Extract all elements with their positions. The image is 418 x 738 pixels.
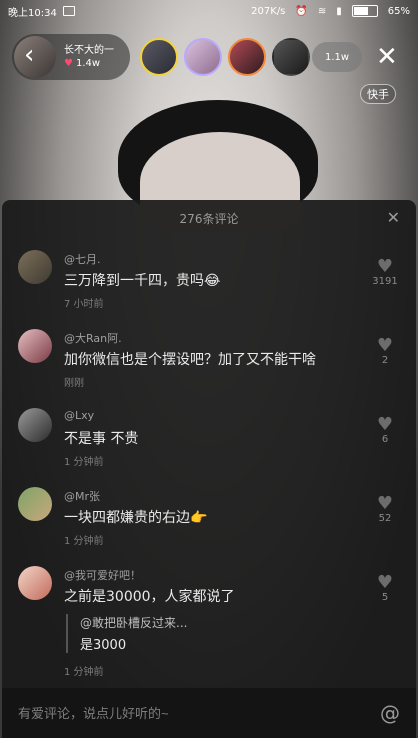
kuaishou-badge: 快手 (360, 84, 396, 104)
close-live-icon[interactable]: ✕ (376, 44, 398, 70)
comment-avatar[interactable] (18, 250, 52, 284)
viewer-avatar[interactable] (272, 38, 310, 76)
back-chevron-icon[interactable]: ‹ (24, 42, 34, 68)
battery-icon (351, 5, 378, 17)
viewer-avatar[interactable] (140, 38, 178, 76)
comment-time: 1 分钟前 (64, 457, 104, 468)
heart-icon: ♥ (64, 58, 73, 69)
close-comments-icon[interactable]: ✕ (387, 208, 400, 227)
battery-percent: 65% (387, 5, 410, 17)
comment-input[interactable] (18, 705, 380, 721)
comment-username[interactable]: @Lxy (64, 409, 94, 422)
mention-icon[interactable]: @ (380, 701, 400, 725)
comment-avatar[interactable] (18, 566, 52, 600)
comment-text: 之前是30000，人家都说了 (64, 589, 235, 605)
wifi-icon: ≋ (317, 5, 327, 17)
comment-username[interactable]: @我可爱好吧！ (64, 567, 141, 583)
comments-count-title: 276条评论 (179, 211, 239, 226)
host-name: 长不大的一 (64, 45, 114, 56)
comment-avatar[interactable] (18, 408, 52, 442)
comment-like[interactable]: ♥ 5 (368, 574, 402, 604)
comment-like[interactable]: ♥ 2 (368, 337, 402, 367)
notification-icon (62, 6, 75, 16)
comment-time: 1 分钟前 (64, 667, 104, 678)
comment-like[interactable]: ♥ 52 (368, 495, 402, 525)
comment-text: 一块四都嫌贵的右边👉 (64, 510, 208, 526)
reply-text: 是3000 (80, 638, 127, 653)
heart-icon[interactable]: ♥ (368, 337, 402, 355)
comment-time: 1 分钟前 (64, 536, 104, 547)
like-count: 2 (381, 355, 389, 366)
signal-icon: ▮ (336, 5, 342, 17)
like-count: 52 (378, 513, 392, 524)
host-avatar[interactable]: ‹ (14, 36, 56, 78)
status-time: 晚上10:34 (8, 7, 57, 19)
host-info-pill[interactable]: ‹ 长不大的一 ♥ 1.4w (12, 34, 130, 80)
viewer-avatar[interactable] (228, 38, 266, 76)
audience-count[interactable]: 1.1w (312, 42, 362, 72)
comment-text: 加你微信也是个摆设吧？加了又不能干啥 (64, 352, 316, 368)
heart-icon[interactable]: ♥ (368, 495, 402, 513)
top-viewers (140, 38, 310, 76)
host-likes: 1.4w (75, 58, 101, 69)
comment-like[interactable]: ♥ 3191 (368, 258, 402, 288)
quoted-reply[interactable]: @敢把卧槽反过来... 是3000 (66, 614, 187, 653)
heart-icon[interactable]: ♥ (368, 574, 402, 592)
comment-username[interactable]: @Mr张 (64, 488, 100, 504)
comment-username[interactable]: @大Ran阿. (64, 330, 122, 346)
comment-time: 7 小时前 (64, 299, 104, 310)
heart-icon[interactable]: ♥ (368, 416, 402, 434)
comment-time: 刚刚 (64, 378, 84, 389)
heart-icon[interactable]: ♥ (368, 258, 402, 276)
status-bar: 晚上10:34 207K/s ⏰ ≋ ▮ 65% (0, 0, 418, 22)
like-count: 6 (381, 434, 389, 445)
comment-avatar[interactable] (18, 487, 52, 521)
comment-avatar[interactable] (18, 329, 52, 363)
comment-text: 不是事 不贵 (64, 431, 139, 447)
network-speed: 207K/s (251, 5, 286, 17)
like-count: 5 (381, 592, 389, 603)
comment-username[interactable]: @七月. (64, 251, 101, 267)
comment-text: 三万降到一千四，贵吗😂 (64, 273, 221, 289)
comments-panel: 276条评论 ✕ @七月. 三万降到一千四，贵吗😂 7 小时前 ♥ 3191 @… (2, 200, 416, 738)
comment-input-bar: @ (2, 688, 416, 738)
comments-header: 276条评论 ✕ (2, 200, 416, 236)
like-count: 3191 (372, 276, 398, 287)
battery-level (353, 7, 369, 15)
reply-username: @敢把卧槽反过来... (80, 616, 188, 630)
comment-like[interactable]: ♥ 6 (368, 416, 402, 446)
viewer-avatar[interactable] (184, 38, 222, 76)
alarm-icon: ⏰ (295, 5, 308, 17)
